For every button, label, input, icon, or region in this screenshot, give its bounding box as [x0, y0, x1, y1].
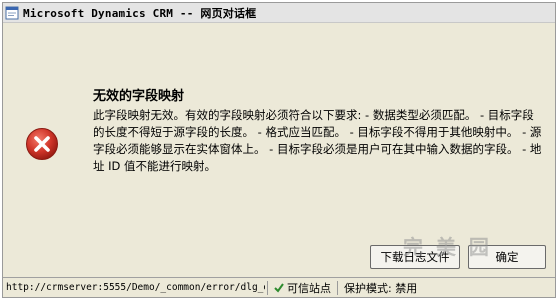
protected-mode-status: 保护模式: 禁用 [344, 281, 418, 295]
error-icon [25, 127, 59, 161]
dialog-window: Microsoft Dynamics CRM -- 网页对话框 无效的字段映射 … [2, 2, 556, 298]
download-log-button[interactable]: 下载日志文件 [370, 245, 460, 269]
checkmark-icon [274, 282, 284, 293]
window-title: Microsoft Dynamics CRM -- 网页对话框 [23, 6, 257, 20]
status-separator [337, 280, 338, 295]
error-heading: 无效的字段映射 [93, 89, 185, 104]
ok-button[interactable]: 确定 [468, 245, 546, 269]
dialog-content: 无效的字段映射 此字段映射无效。有效的字段映射必须符合以下要求: - 数据类型必… [3, 23, 555, 277]
security-zone[interactable]: 可信站点 [270, 280, 335, 296]
status-bar: http://crmserver:5555/Demo/_common/error… [3, 277, 555, 297]
status-separator [267, 280, 268, 295]
error-message: 此字段映射无效。有效的字段映射必须符合以下要求: - 数据类型必须匹配。 - 目… [93, 108, 542, 173]
ie-page-icon [5, 6, 19, 20]
title-bar: Microsoft Dynamics CRM -- 网页对话框 [3, 3, 555, 23]
zone-label: 可信站点 [287, 281, 331, 295]
status-url: http://crmserver:5555/Demo/_common/error… [6, 282, 265, 293]
